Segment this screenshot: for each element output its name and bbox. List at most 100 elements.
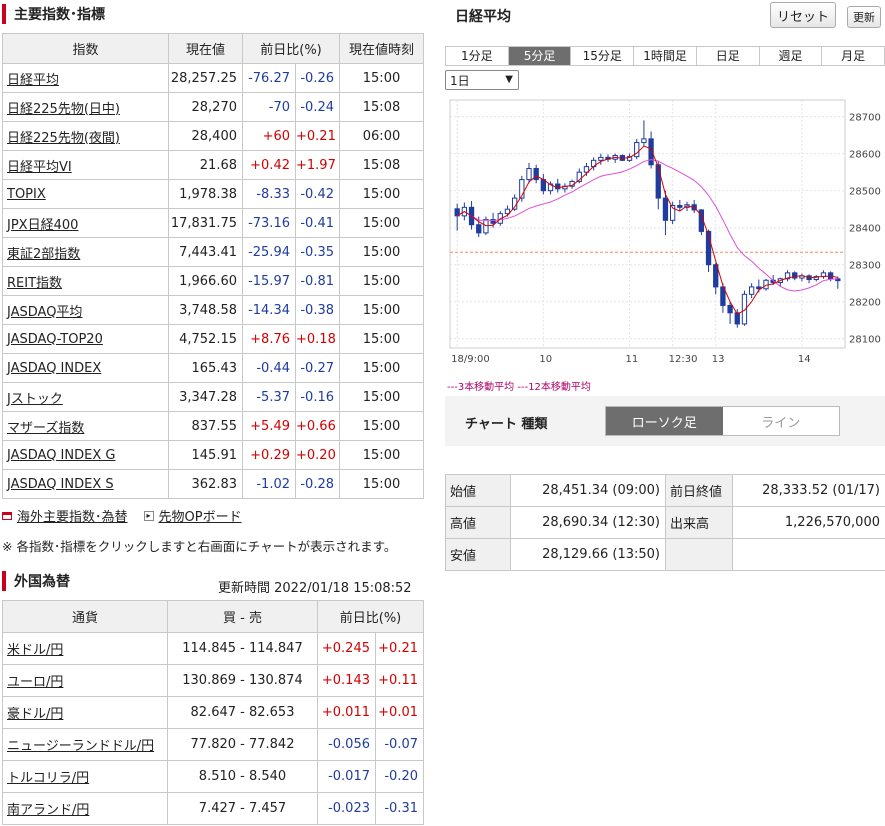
candle-body — [526, 167, 532, 181]
currency-name-cell: ユーロ/円 — [2, 664, 168, 697]
index-time: 15:00 — [339, 179, 424, 209]
table-row[interactable]: 東証2部指数 7,443.41 -25.94 -0.35 15:00 — [2, 237, 424, 267]
currency-name-cell: 米ドル/円 — [2, 632, 168, 665]
tab-timeframe[interactable]: 1分足 — [446, 47, 509, 65]
table-row[interactable]: 米ドル/円 114.845 - 114.847 +0.245 +0.21 — [2, 632, 424, 665]
index-change: -76.27 — [242, 63, 296, 93]
index-link[interactable]: JASDAQ INDEX — [7, 361, 101, 376]
index-link[interactable]: 日経平均VI — [7, 160, 72, 175]
index-link[interactable]: 日経225先物(夜間) — [7, 131, 120, 146]
table-row[interactable]: ユーロ/円 130.869 - 130.874 +0.143 +0.11 — [2, 664, 424, 697]
index-link[interactable]: JASDAQ-TOP20 — [7, 332, 103, 347]
currency-link[interactable]: 米ドル/円 — [7, 643, 63, 658]
fx-header-bidask: 買 - 売 — [167, 600, 318, 633]
candle-type-button[interactable]: ローソク足 — [606, 407, 723, 435]
candle-body — [476, 224, 482, 234]
index-link[interactable]: JASDAQ INDEX G — [7, 448, 115, 463]
index-change: -1.02 — [242, 469, 296, 499]
table-row[interactable]: REIT指数 1,966.60 -15.97 -0.81 15:00 — [2, 266, 424, 296]
index-link[interactable]: JASDAQ平均 — [7, 305, 82, 320]
reset-button[interactable]: リセット — [770, 2, 836, 28]
index-link[interactable]: Jストック — [7, 392, 63, 407]
candlestick-chart[interactable]: 28100 28200 28300 28400 28500 28600 28700 18/9:… — [445, 96, 885, 374]
index-value: 28,270 — [168, 92, 243, 122]
table-row[interactable]: 日経平均VI 21.68 +0.42 +1.97 15:08 — [2, 150, 424, 180]
currency-change-pct: +0.11 — [375, 664, 424, 697]
refresh-button[interactable]: 更新 — [847, 6, 881, 28]
table-row[interactable]: JASDAQ-TOP20 4,752.15 +8.76 +0.18 15:00 — [2, 324, 424, 354]
table-row[interactable]: Jストック 3,347.28 -5.37 -0.16 15:00 — [2, 382, 424, 412]
index-time: 15:00 — [339, 469, 424, 499]
table-row[interactable]: ニュージーランドドル/円 77.820 - 77.842 -0.056 -0.07 — [2, 728, 424, 761]
currency-change-pct: -0.07 — [375, 728, 424, 761]
tab-timeframe[interactable]: 週足 — [759, 47, 823, 65]
y-tick-label: 28600 — [849, 150, 881, 161]
x-tick-label: 18/9:00 — [451, 354, 490, 365]
index-change: +60 — [242, 121, 296, 151]
line-type-button[interactable]: ライン — [722, 407, 839, 435]
header-time: 現在値時刻 — [339, 33, 424, 64]
index-name-cell: マザーズ指数 — [2, 411, 169, 441]
table-row[interactable]: JASDAQ平均 3,748.58 -14.34 -0.38 15:00 — [2, 295, 424, 325]
fx-header-change: 前日比(%) — [317, 600, 424, 633]
candle-body — [727, 304, 733, 314]
chart-type-panel: チャート 種類 ローソク足 ライン — [445, 396, 885, 446]
index-time: 15:00 — [339, 63, 424, 93]
currency-link[interactable]: ニュージーランドドル/円 — [7, 739, 154, 754]
table-row[interactable]: 日経225先物(日中) 28,270 -70 -0.24 15:08 — [2, 92, 424, 122]
index-value: 145.91 — [168, 440, 243, 470]
index-change: -73.16 — [242, 208, 296, 238]
fx-section-title: 外国為替 — [2, 570, 70, 592]
candle-body — [533, 167, 539, 181]
tab-timeframe[interactable]: 1時間足 — [634, 47, 697, 65]
tab-timeframe[interactable]: 15分足 — [571, 47, 635, 65]
y-tick-label: 28200 — [849, 298, 881, 309]
index-link[interactable]: 日経平均 — [7, 73, 59, 88]
table-row[interactable]: 南アランド/円 7.427 - 7.457 -0.023 -0.31 — [2, 792, 424, 825]
y-tick-label: 28100 — [849, 335, 881, 346]
tab-timeframe[interactable]: 日足 — [696, 47, 760, 65]
index-link[interactable]: JASDAQ INDEX S — [7, 477, 114, 492]
table-row[interactable]: JASDAQ INDEX G 145.91 +0.29 +0.20 15:00 — [2, 440, 424, 470]
index-change-pct: +0.21 — [295, 121, 340, 151]
y-tick-label: 28300 — [849, 261, 881, 272]
table-row[interactable]: JASDAQ INDEX S 362.83 -1.02 -0.28 15:00 — [2, 469, 424, 499]
table-row[interactable]: JPX日経400 17,831.75 -73.16 -0.41 15:00 — [2, 208, 424, 238]
table-row[interactable]: マザーズ指数 837.55 +5.49 +0.66 15:00 — [2, 411, 424, 441]
currency-link[interactable]: ユーロ/円 — [7, 675, 63, 690]
period-select[interactable]: 1日 ▼ — [445, 70, 519, 90]
index-link[interactable]: 東証2部指数 — [7, 247, 80, 262]
index-change-pct: -0.81 — [295, 266, 340, 296]
currency-link[interactable]: トルコリラ/円 — [7, 771, 89, 786]
index-link[interactable]: REIT指数 — [7, 276, 62, 291]
candle-body — [713, 264, 719, 288]
currency-link[interactable]: 南アランド/円 — [7, 803, 89, 818]
fx-updated-time: 更新時間 2022/01/18 15:08:52 — [218, 581, 412, 596]
table-row[interactable]: トルコリラ/円 8.510 - 8.540 -0.017 -0.20 — [2, 760, 424, 793]
index-change-pct: -0.38 — [295, 295, 340, 325]
index-link[interactable]: 日経225先物(日中) — [7, 102, 120, 117]
overseas-indices-link[interactable]: 海外主要指数･為替 — [17, 506, 128, 525]
index-link[interactable]: JPX日経400 — [7, 218, 78, 233]
tab-timeframe[interactable]: 5分足 — [508, 47, 572, 65]
index-value: 21.68 — [168, 150, 243, 180]
table-row[interactable]: 日経平均 28,257.25 -76.27 -0.26 15:00 — [2, 63, 424, 93]
index-change-pct: +1.97 — [295, 150, 340, 180]
currency-change-pct: -0.20 — [375, 760, 424, 793]
futures-options-board-link[interactable]: 先物OPボード — [159, 506, 242, 525]
high-label: 高値 — [445, 506, 511, 539]
index-change-pct: -0.27 — [295, 353, 340, 383]
currency-link[interactable]: 豪ドル/円 — [7, 707, 63, 722]
index-change: -25.94 — [242, 237, 296, 267]
index-link[interactable]: マザーズ指数 — [7, 421, 84, 436]
table-row[interactable]: 日経225先物(夜間) 28,400 +60 +0.21 06:00 — [2, 121, 424, 151]
index-value: 837.55 — [168, 411, 243, 441]
index-links: 海外主要指数･為替 ▸ 先物OPボード — [2, 506, 242, 525]
indices-table: 指数 現在値 前日比(%) 現在値時刻 日経平均 28,257.25 -76.27-… — [2, 33, 424, 499]
table-row[interactable]: 豪ドル/円 82.647 - 82.653 +0.011 +0.01 — [2, 696, 424, 729]
table-row[interactable]: JASDAQ INDEX 165.43 -0.44 -0.27 15:00 — [2, 353, 424, 383]
header-index: 指数 — [2, 33, 169, 64]
tab-timeframe[interactable]: 月足 — [822, 47, 885, 65]
table-row[interactable]: TOPIX 1,978.38 -8.33 -0.42 15:00 — [2, 179, 424, 209]
index-link[interactable]: TOPIX — [7, 187, 46, 202]
